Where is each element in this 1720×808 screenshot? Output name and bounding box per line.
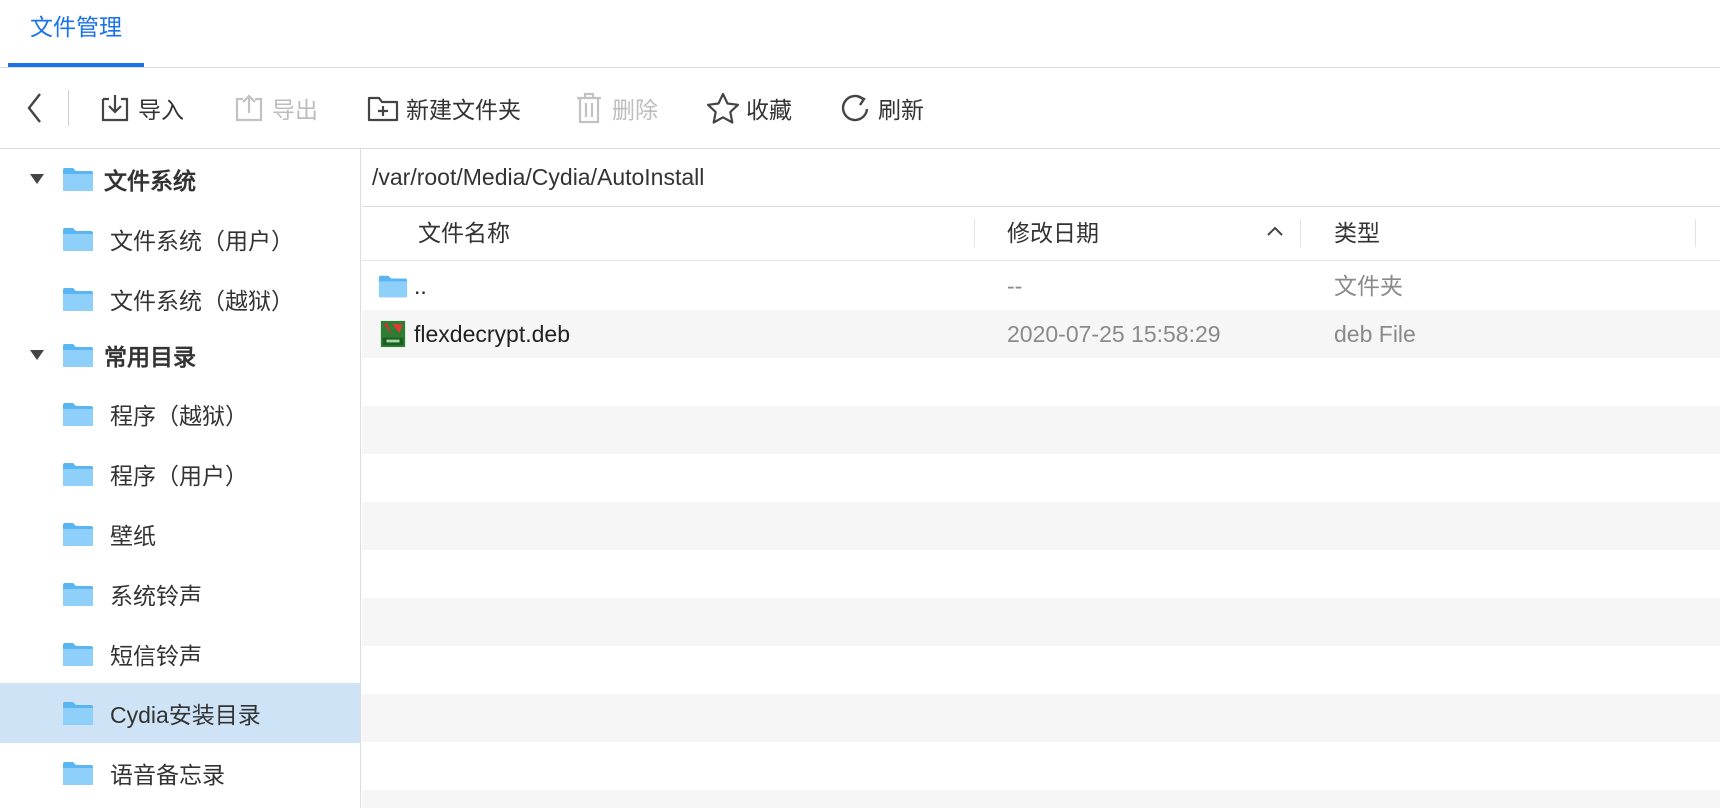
export-button[interactable]: 导出 bbox=[232, 68, 318, 148]
folder-icon bbox=[62, 760, 94, 786]
sidebar-item-label: 语音备忘录 bbox=[110, 762, 225, 788]
delete-label: 删除 bbox=[612, 97, 658, 123]
sidebar-group-filesystem[interactable]: 文件系统 bbox=[0, 149, 360, 209]
sidebar-group-common[interactable]: 常用目录 bbox=[0, 325, 360, 385]
chevron-left-icon bbox=[18, 91, 52, 125]
folder-icon bbox=[62, 401, 94, 427]
sidebar-item-label: 系统铃声 bbox=[110, 583, 202, 609]
empty-row bbox=[362, 646, 1720, 694]
folder-icon bbox=[62, 521, 94, 547]
sidebar: 文件系统 文件系统（用户） 文件系统（越狱） 常用目录 程序（越狱） 程序（用户… bbox=[0, 149, 361, 808]
empty-row bbox=[362, 694, 1720, 742]
import-icon bbox=[98, 91, 132, 125]
path-bar[interactable]: /var/root/Media/Cydia/AutoInstall bbox=[362, 149, 1720, 207]
sidebar-item-label: Cydia安装目录 bbox=[110, 702, 261, 728]
folder-icon bbox=[62, 581, 94, 607]
new-folder-icon bbox=[366, 91, 400, 125]
sidebar-item-apps-user[interactable]: 程序（用户） bbox=[0, 444, 360, 504]
table-row[interactable]: flexdecrypt.deb 2020-07-25 15:58:29 deb … bbox=[362, 310, 1720, 358]
tab-active-indicator bbox=[8, 63, 144, 67]
import-label: 导入 bbox=[138, 97, 184, 123]
tab-file-management[interactable]: 文件管理 bbox=[8, 0, 144, 67]
deb-file-icon bbox=[380, 320, 406, 348]
column-header-date[interactable]: 修改日期 bbox=[1007, 207, 1099, 260]
delete-button[interactable]: 删除 bbox=[572, 68, 658, 148]
column-divider[interactable] bbox=[1300, 219, 1301, 247]
empty-row bbox=[362, 550, 1720, 598]
expand-triangle-icon[interactable] bbox=[30, 350, 44, 360]
export-icon bbox=[232, 91, 266, 125]
sidebar-item-label: 程序（越狱） bbox=[110, 403, 248, 429]
toolbar: 导入 导出 新建文件夹 删除 收藏 刷新 bbox=[0, 68, 1720, 149]
table-row[interactable]: .. -- 文件夹 bbox=[362, 262, 1720, 310]
favorite-button[interactable]: 收藏 bbox=[706, 68, 792, 148]
file-type: 文件夹 bbox=[1334, 273, 1403, 299]
file-date: -- bbox=[1007, 273, 1023, 299]
folder-icon bbox=[62, 461, 94, 487]
back-button[interactable] bbox=[18, 68, 58, 148]
tab-bar: 文件管理 bbox=[0, 0, 1720, 68]
sidebar-item-label: 文件系统（越狱） bbox=[110, 288, 294, 314]
sidebar-item-filesystem-user[interactable]: 文件系统（用户） bbox=[0, 209, 360, 269]
folder-icon bbox=[62, 286, 94, 312]
star-icon bbox=[706, 91, 740, 125]
sidebar-group-label: 常用目录 bbox=[104, 344, 196, 370]
file-name: flexdecrypt.deb bbox=[414, 321, 570, 347]
favorite-label: 收藏 bbox=[746, 97, 792, 123]
empty-row bbox=[362, 742, 1720, 790]
sidebar-item-label: 程序（用户） bbox=[110, 463, 248, 489]
trash-icon bbox=[572, 91, 606, 125]
sidebar-item-label: 壁纸 bbox=[110, 523, 156, 549]
sidebar-group-label: 文件系统 bbox=[104, 168, 196, 194]
sidebar-item-cydia-install[interactable]: Cydia安装目录 bbox=[0, 683, 360, 743]
sidebar-item-label: 文件系统（用户） bbox=[110, 228, 294, 254]
import-button[interactable]: 导入 bbox=[98, 68, 184, 148]
empty-row bbox=[362, 598, 1720, 646]
sidebar-item-voice-memos[interactable]: 语音备忘录 bbox=[0, 743, 360, 803]
sidebar-item-apps-jailbreak[interactable]: 程序（越狱） bbox=[0, 384, 360, 444]
folder-icon bbox=[62, 700, 94, 726]
column-divider[interactable] bbox=[1695, 219, 1696, 247]
refresh-icon bbox=[838, 91, 872, 125]
sidebar-item-system-ringtones[interactable]: 系统铃声 bbox=[0, 564, 360, 624]
refresh-label: 刷新 bbox=[878, 97, 924, 123]
file-date: 2020-07-25 15:58:29 bbox=[1007, 321, 1221, 347]
folder-icon bbox=[62, 226, 94, 252]
empty-row bbox=[362, 358, 1720, 406]
folder-icon bbox=[62, 641, 94, 667]
folder-icon bbox=[62, 166, 94, 192]
folder-icon bbox=[62, 342, 94, 368]
refresh-button[interactable]: 刷新 bbox=[838, 68, 924, 148]
empty-row bbox=[362, 502, 1720, 550]
empty-row bbox=[362, 790, 1720, 808]
table-header: 文件名称 修改日期 类型 bbox=[362, 207, 1720, 261]
column-header-name[interactable]: 文件名称 bbox=[418, 207, 510, 260]
new-folder-button[interactable]: 新建文件夹 bbox=[366, 68, 521, 148]
current-path: /var/root/Media/Cydia/AutoInstall bbox=[372, 164, 705, 190]
sidebar-item-filesystem-jailbreak[interactable]: 文件系统（越狱） bbox=[0, 269, 360, 329]
empty-row bbox=[362, 454, 1720, 502]
empty-row bbox=[362, 406, 1720, 454]
folder-icon bbox=[378, 272, 408, 300]
sidebar-item-sms-ringtones[interactable]: 短信铃声 bbox=[0, 624, 360, 684]
column-header-type[interactable]: 类型 bbox=[1334, 207, 1380, 260]
expand-triangle-icon[interactable] bbox=[30, 174, 44, 184]
sidebar-item-label: 短信铃声 bbox=[110, 643, 202, 669]
sort-ascending-icon[interactable] bbox=[1265, 221, 1285, 241]
new-folder-label: 新建文件夹 bbox=[406, 97, 521, 123]
export-label: 导出 bbox=[272, 97, 318, 123]
sidebar-item-wallpaper[interactable]: 壁纸 bbox=[0, 504, 360, 564]
file-type: deb File bbox=[1334, 321, 1416, 347]
file-name: .. bbox=[414, 273, 427, 299]
column-divider[interactable] bbox=[974, 219, 975, 247]
tab-label: 文件管理 bbox=[30, 14, 122, 40]
toolbar-divider bbox=[68, 90, 69, 126]
